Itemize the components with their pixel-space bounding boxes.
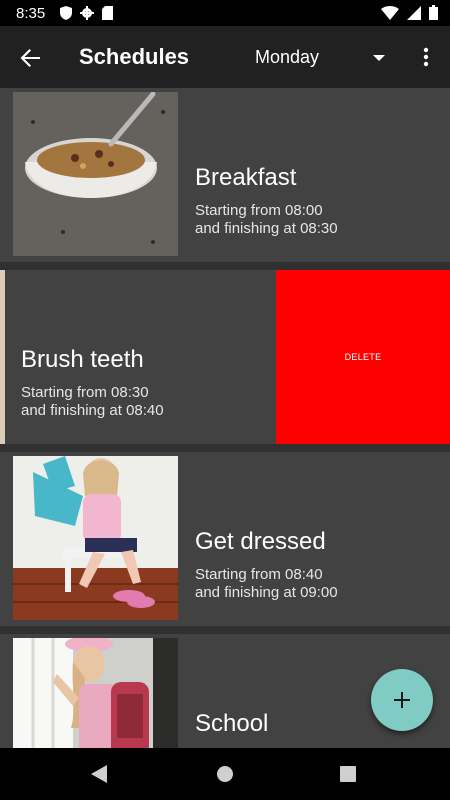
swiped-card-content[interactable]: Brush teeth Starting from 08:30 and fini…	[0, 270, 276, 444]
schedule-start-time: Starting from 08:40	[195, 566, 323, 583]
status-icons-right	[381, 5, 438, 20]
system-nav-bar	[0, 748, 450, 800]
sd-card-icon	[102, 6, 113, 20]
page-title: Schedules	[79, 44, 190, 69]
gear-icon	[80, 6, 94, 20]
back-button[interactable]	[14, 42, 46, 74]
schedule-title: Get dressed	[195, 528, 326, 555]
more-vert-icon	[423, 47, 429, 67]
child-with-backpack-photo	[13, 638, 178, 748]
add-schedule-button[interactable]	[371, 669, 433, 731]
day-dropdown[interactable]: Monday	[255, 47, 395, 71]
photo-edge	[0, 270, 5, 444]
delete-button[interactable]: DELETE	[276, 270, 450, 444]
dropdown-arrow-icon	[373, 55, 385, 61]
shield-icon	[60, 6, 72, 20]
schedule-end-time: and finishing at 08:30	[195, 220, 338, 237]
status-icons-left	[60, 6, 113, 20]
battery-icon	[429, 5, 438, 20]
schedule-title: School	[195, 710, 269, 737]
schedule-title: Brush teeth	[21, 346, 144, 373]
day-dropdown-value: Monday	[255, 47, 320, 67]
status-bar: 8:35	[0, 0, 450, 26]
app-bar: Schedules Monday	[0, 26, 450, 88]
schedule-end-time: and finishing at 09:00	[195, 584, 338, 601]
signal-icon	[407, 5, 421, 20]
schedule-start-time: Starting from 08:00	[195, 202, 323, 219]
schedule-card-swiped[interactable]: Brush teeth Starting from 08:30 and fini…	[0, 270, 450, 444]
schedule-card[interactable]: Breakfast Starting from 08:00 and finish…	[0, 88, 450, 262]
nav-back-icon[interactable]	[90, 764, 108, 784]
delete-label: DELETE	[344, 352, 382, 362]
arrow-back-icon	[20, 49, 40, 67]
schedule-title: Breakfast	[195, 164, 297, 191]
overflow-menu-button[interactable]	[414, 42, 438, 72]
plus-icon	[394, 692, 410, 708]
schedule-card[interactable]: Get dressed Starting from 08:40 and fini…	[0, 452, 450, 626]
schedule-list: Breakfast Starting from 08:00 and finish…	[0, 88, 450, 748]
cereal-bowl-photo	[13, 92, 178, 256]
nav-home-icon[interactable]	[216, 765, 234, 783]
wifi-icon	[381, 5, 399, 20]
child-dressing-photo	[13, 456, 178, 620]
nav-recents-icon[interactable]	[340, 766, 356, 782]
schedule-end-time: and finishing at 08:40	[21, 402, 164, 419]
schedule-start-time: Starting from 08:30	[21, 384, 149, 401]
status-time: 8:35	[16, 5, 46, 22]
